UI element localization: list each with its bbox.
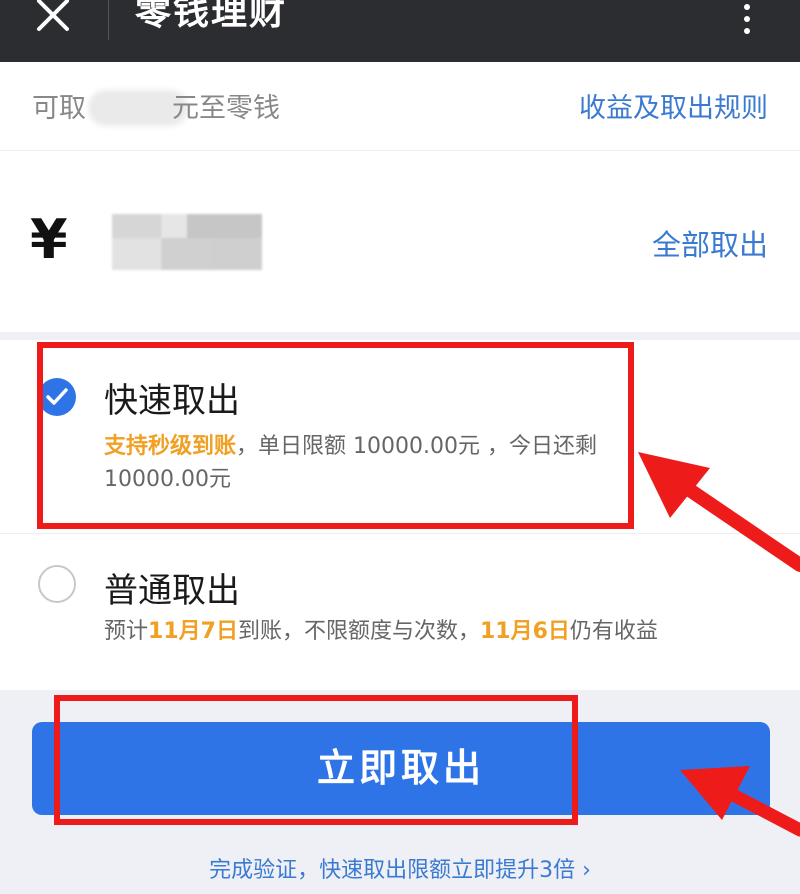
annotation-arrow-icon [638,452,800,572]
withdraw-all-link[interactable]: 全部取出 [652,222,768,264]
withdraw-card: 可取 元至零钱 收益及取出规则 ¥ 全部取出 [0,62,800,332]
title-divider [108,0,109,40]
normal-date-2: 11月6日 [479,619,570,644]
verification-tip-link[interactable]: 完成验证，快速取出限额立即提升3倍 › [0,852,800,884]
close-icon [37,0,69,31]
option-normal-title: 普通取出 [104,571,240,611]
amount-input-row[interactable]: ¥ 全部取出 [0,150,800,332]
available-balance-row: 可取 元至零钱 收益及取出规则 [0,62,800,151]
currency-symbol: ¥ [30,208,68,271]
available-suffix: 元至零钱 [172,93,280,124]
page-title: 零钱理财 [135,0,288,33]
amount-input-masked[interactable] [112,214,262,270]
option-normal-desc: 预计11月7日到账，不限额度与次数，11月6日仍有收益 [104,615,784,648]
annotation-box-fast [37,342,634,529]
available-prefix: 可取 [32,93,86,124]
annotation-box-button [54,695,578,825]
normal-date-1: 11月7日 [148,619,238,644]
close-button[interactable] [30,0,76,40]
more-button[interactable] [735,0,759,40]
radio-unchecked-icon[interactable] [38,565,76,603]
top-bar: 零钱理财 [0,0,800,62]
annotation-arrow-icon-2 [680,766,800,837]
normal-desc-2: 到账，不限额度与次数， [237,619,480,644]
normal-desc-1: 预计 [104,619,149,644]
rules-link[interactable]: 收益及取出规则 [579,86,768,125]
normal-desc-3: 仍有收益 [569,619,658,644]
